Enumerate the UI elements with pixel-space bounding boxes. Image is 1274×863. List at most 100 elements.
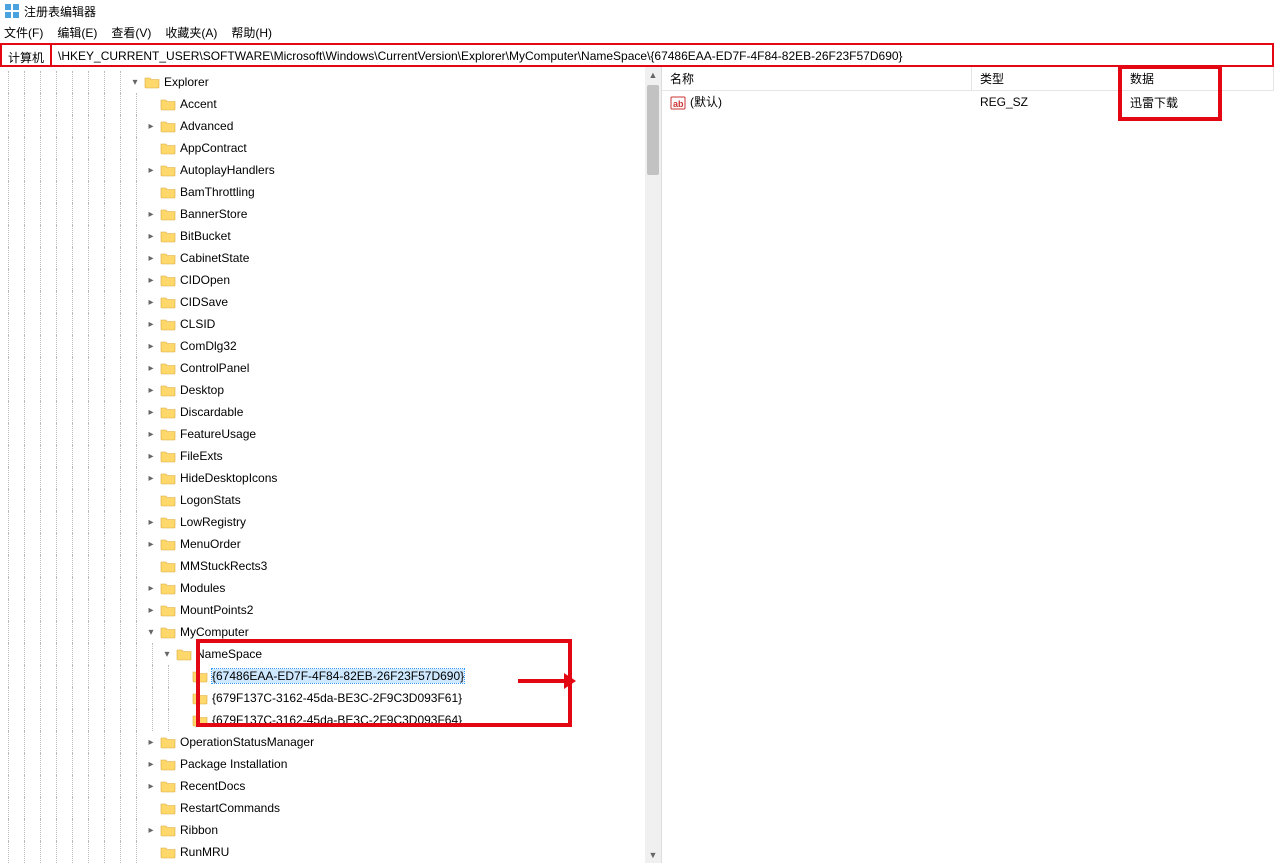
tree-item[interactable]: ▸ControlPanel — [0, 357, 661, 379]
tree-item[interactable]: ▸CIDOpen — [0, 269, 661, 291]
chevron-right-icon[interactable]: ▸ — [144, 449, 158, 463]
chevron-right-icon[interactable]: ▸ — [144, 383, 158, 397]
tree-label: FileExts — [180, 449, 223, 463]
expander-empty — [144, 845, 158, 859]
expander-empty — [176, 691, 190, 705]
highlight-tree — [196, 639, 572, 727]
tree-item[interactable]: ▸Discardable — [0, 401, 661, 423]
tree-item[interactable]: RestartCommands — [0, 797, 661, 819]
folder-icon — [160, 118, 176, 134]
chevron-right-icon[interactable]: ▸ — [144, 427, 158, 441]
chevron-right-icon[interactable]: ▸ — [144, 581, 158, 595]
tree-label: MyComputer — [180, 625, 249, 639]
menubar: 文件(F) 编辑(E) 查看(V) 收藏夹(A) 帮助(H) — [0, 22, 1274, 43]
folder-icon — [160, 360, 176, 376]
tree-item[interactable]: ▸ FeatureUsage — [0, 423, 661, 445]
tree-label: OperationStatusManager — [180, 735, 314, 749]
scroll-thumb[interactable] — [647, 85, 659, 175]
chevron-right-icon[interactable]: ▸ — [144, 273, 158, 287]
col-header-name[interactable]: 名称 — [662, 67, 972, 91]
expander-empty — [144, 141, 158, 155]
value-type: REG_SZ — [972, 93, 1122, 111]
tree-item[interactable]: ▸ Modules — [0, 577, 661, 599]
tree-scrollbar[interactable]: ▲ ▼ — [645, 67, 661, 863]
tree-label: BitBucket — [180, 229, 231, 243]
tree-label: MenuOrder — [180, 537, 241, 551]
tree-item[interactable]: ▸Ribbon — [0, 819, 661, 841]
chevron-right-icon[interactable]: ▸ — [144, 295, 158, 309]
menu-file[interactable]: 文件(F) — [4, 24, 43, 41]
folder-icon — [160, 778, 176, 794]
chevron-right-icon[interactable]: ▸ — [144, 207, 158, 221]
address-field[interactable]: \HKEY_CURRENT_USER\SOFTWARE\Microsoft\Wi… — [50, 43, 1274, 67]
chevron-right-icon[interactable]: ▸ — [144, 317, 158, 331]
chevron-right-icon[interactable]: ▸ — [144, 119, 158, 133]
chevron-right-icon[interactable]: ▸ — [144, 823, 158, 837]
tree-item[interactable]: ▸ OperationStatusManager — [0, 731, 661, 753]
folder-icon — [160, 162, 176, 178]
tree-label: Desktop — [180, 383, 224, 397]
tree-item[interactable]: BamThrottling — [0, 181, 661, 203]
menu-view[interactable]: 查看(V) — [111, 24, 151, 41]
chevron-right-icon[interactable]: ▸ — [144, 163, 158, 177]
tree-item[interactable]: ▸MountPoints2 — [0, 599, 661, 621]
tree-label: Explorer — [164, 75, 209, 89]
chevron-down-icon[interactable]: ▾ — [128, 75, 142, 89]
tree-item[interactable]: ▸RecentDocs — [0, 775, 661, 797]
tree-item[interactable]: ▸ Desktop — [0, 379, 661, 401]
tree-item[interactable]: ▸BannerStore — [0, 203, 661, 225]
tree-item[interactable]: LogonStats — [0, 489, 661, 511]
scroll-down[interactable]: ▼ — [645, 847, 661, 863]
tree-item[interactable]: RunMRU — [0, 841, 661, 863]
chevron-right-icon[interactable]: ▸ — [144, 405, 158, 419]
tree-item[interactable]: ▸ ComDlg32 — [0, 335, 661, 357]
tree-label: Package Installation — [180, 757, 287, 771]
tree-label: FeatureUsage — [180, 427, 256, 441]
tree-item[interactable]: ▸ CabinetState — [0, 247, 661, 269]
address-bar: 计算机 \HKEY_CURRENT_USER\SOFTWARE\Microsof… — [0, 43, 1274, 67]
tree-item-root[interactable]: ▾ Explorer — [0, 71, 661, 93]
chevron-right-icon[interactable]: ▸ — [144, 779, 158, 793]
tree-item[interactable]: ▸AutoplayHandlers — [0, 159, 661, 181]
chevron-right-icon[interactable]: ▸ — [144, 471, 158, 485]
expander-empty — [144, 97, 158, 111]
scroll-up[interactable]: ▲ — [645, 67, 661, 83]
window-title: 注册表编辑器 — [24, 3, 96, 20]
tree-item[interactable]: ▸CLSID — [0, 313, 661, 335]
menu-edit[interactable]: 编辑(E) — [57, 24, 97, 41]
tree-item[interactable]: ▸ FileExts — [0, 445, 661, 467]
tree-item[interactable]: AppContract — [0, 137, 661, 159]
folder-icon — [176, 646, 192, 662]
chevron-right-icon[interactable]: ▸ — [144, 251, 158, 265]
tree-label: ComDlg32 — [180, 339, 237, 353]
tree-item[interactable]: ▸ BitBucket — [0, 225, 661, 247]
chevron-right-icon[interactable]: ▸ — [144, 757, 158, 771]
chevron-right-icon[interactable]: ▸ — [144, 537, 158, 551]
chevron-down-icon[interactable]: ▾ — [144, 625, 158, 639]
menu-favorites[interactable]: 收藏夹(A) — [165, 24, 217, 41]
menu-help[interactable]: 帮助(H) — [231, 24, 272, 41]
chevron-right-icon[interactable]: ▸ — [144, 361, 158, 375]
tree-item[interactable]: ▸ MenuOrder — [0, 533, 661, 555]
chevron-right-icon[interactable]: ▸ — [144, 603, 158, 617]
chevron-right-icon[interactable]: ▸ — [144, 339, 158, 353]
folder-icon — [160, 624, 176, 640]
tree-pane[interactable]: ▾ Explorer Accent▸AdvancedAppContract▸Auto… — [0, 67, 662, 863]
tree-item[interactable]: ▸CIDSave — [0, 291, 661, 313]
tree-item[interactable]: ▸HideDesktopIcons — [0, 467, 661, 489]
chevron-down-icon[interactable]: ▾ — [160, 647, 174, 661]
chevron-right-icon[interactable]: ▸ — [144, 515, 158, 529]
chevron-right-icon[interactable]: ▸ — [144, 229, 158, 243]
folder-icon — [160, 734, 176, 750]
col-header-type[interactable]: 类型 — [972, 67, 1122, 91]
tree-item[interactable]: Accent — [0, 93, 661, 115]
tree-item[interactable]: ▸ Package Installation — [0, 753, 661, 775]
folder-icon — [144, 74, 160, 90]
tree-item[interactable]: MMStuckRects3 — [0, 555, 661, 577]
tree-label: CabinetState — [180, 251, 249, 265]
chevron-right-icon[interactable]: ▸ — [144, 735, 158, 749]
tree-item[interactable]: ▸Advanced — [0, 115, 661, 137]
tree-label: Modules — [180, 581, 225, 595]
tree-item[interactable]: ▸LowRegistry — [0, 511, 661, 533]
highlight-data — [1118, 67, 1222, 121]
